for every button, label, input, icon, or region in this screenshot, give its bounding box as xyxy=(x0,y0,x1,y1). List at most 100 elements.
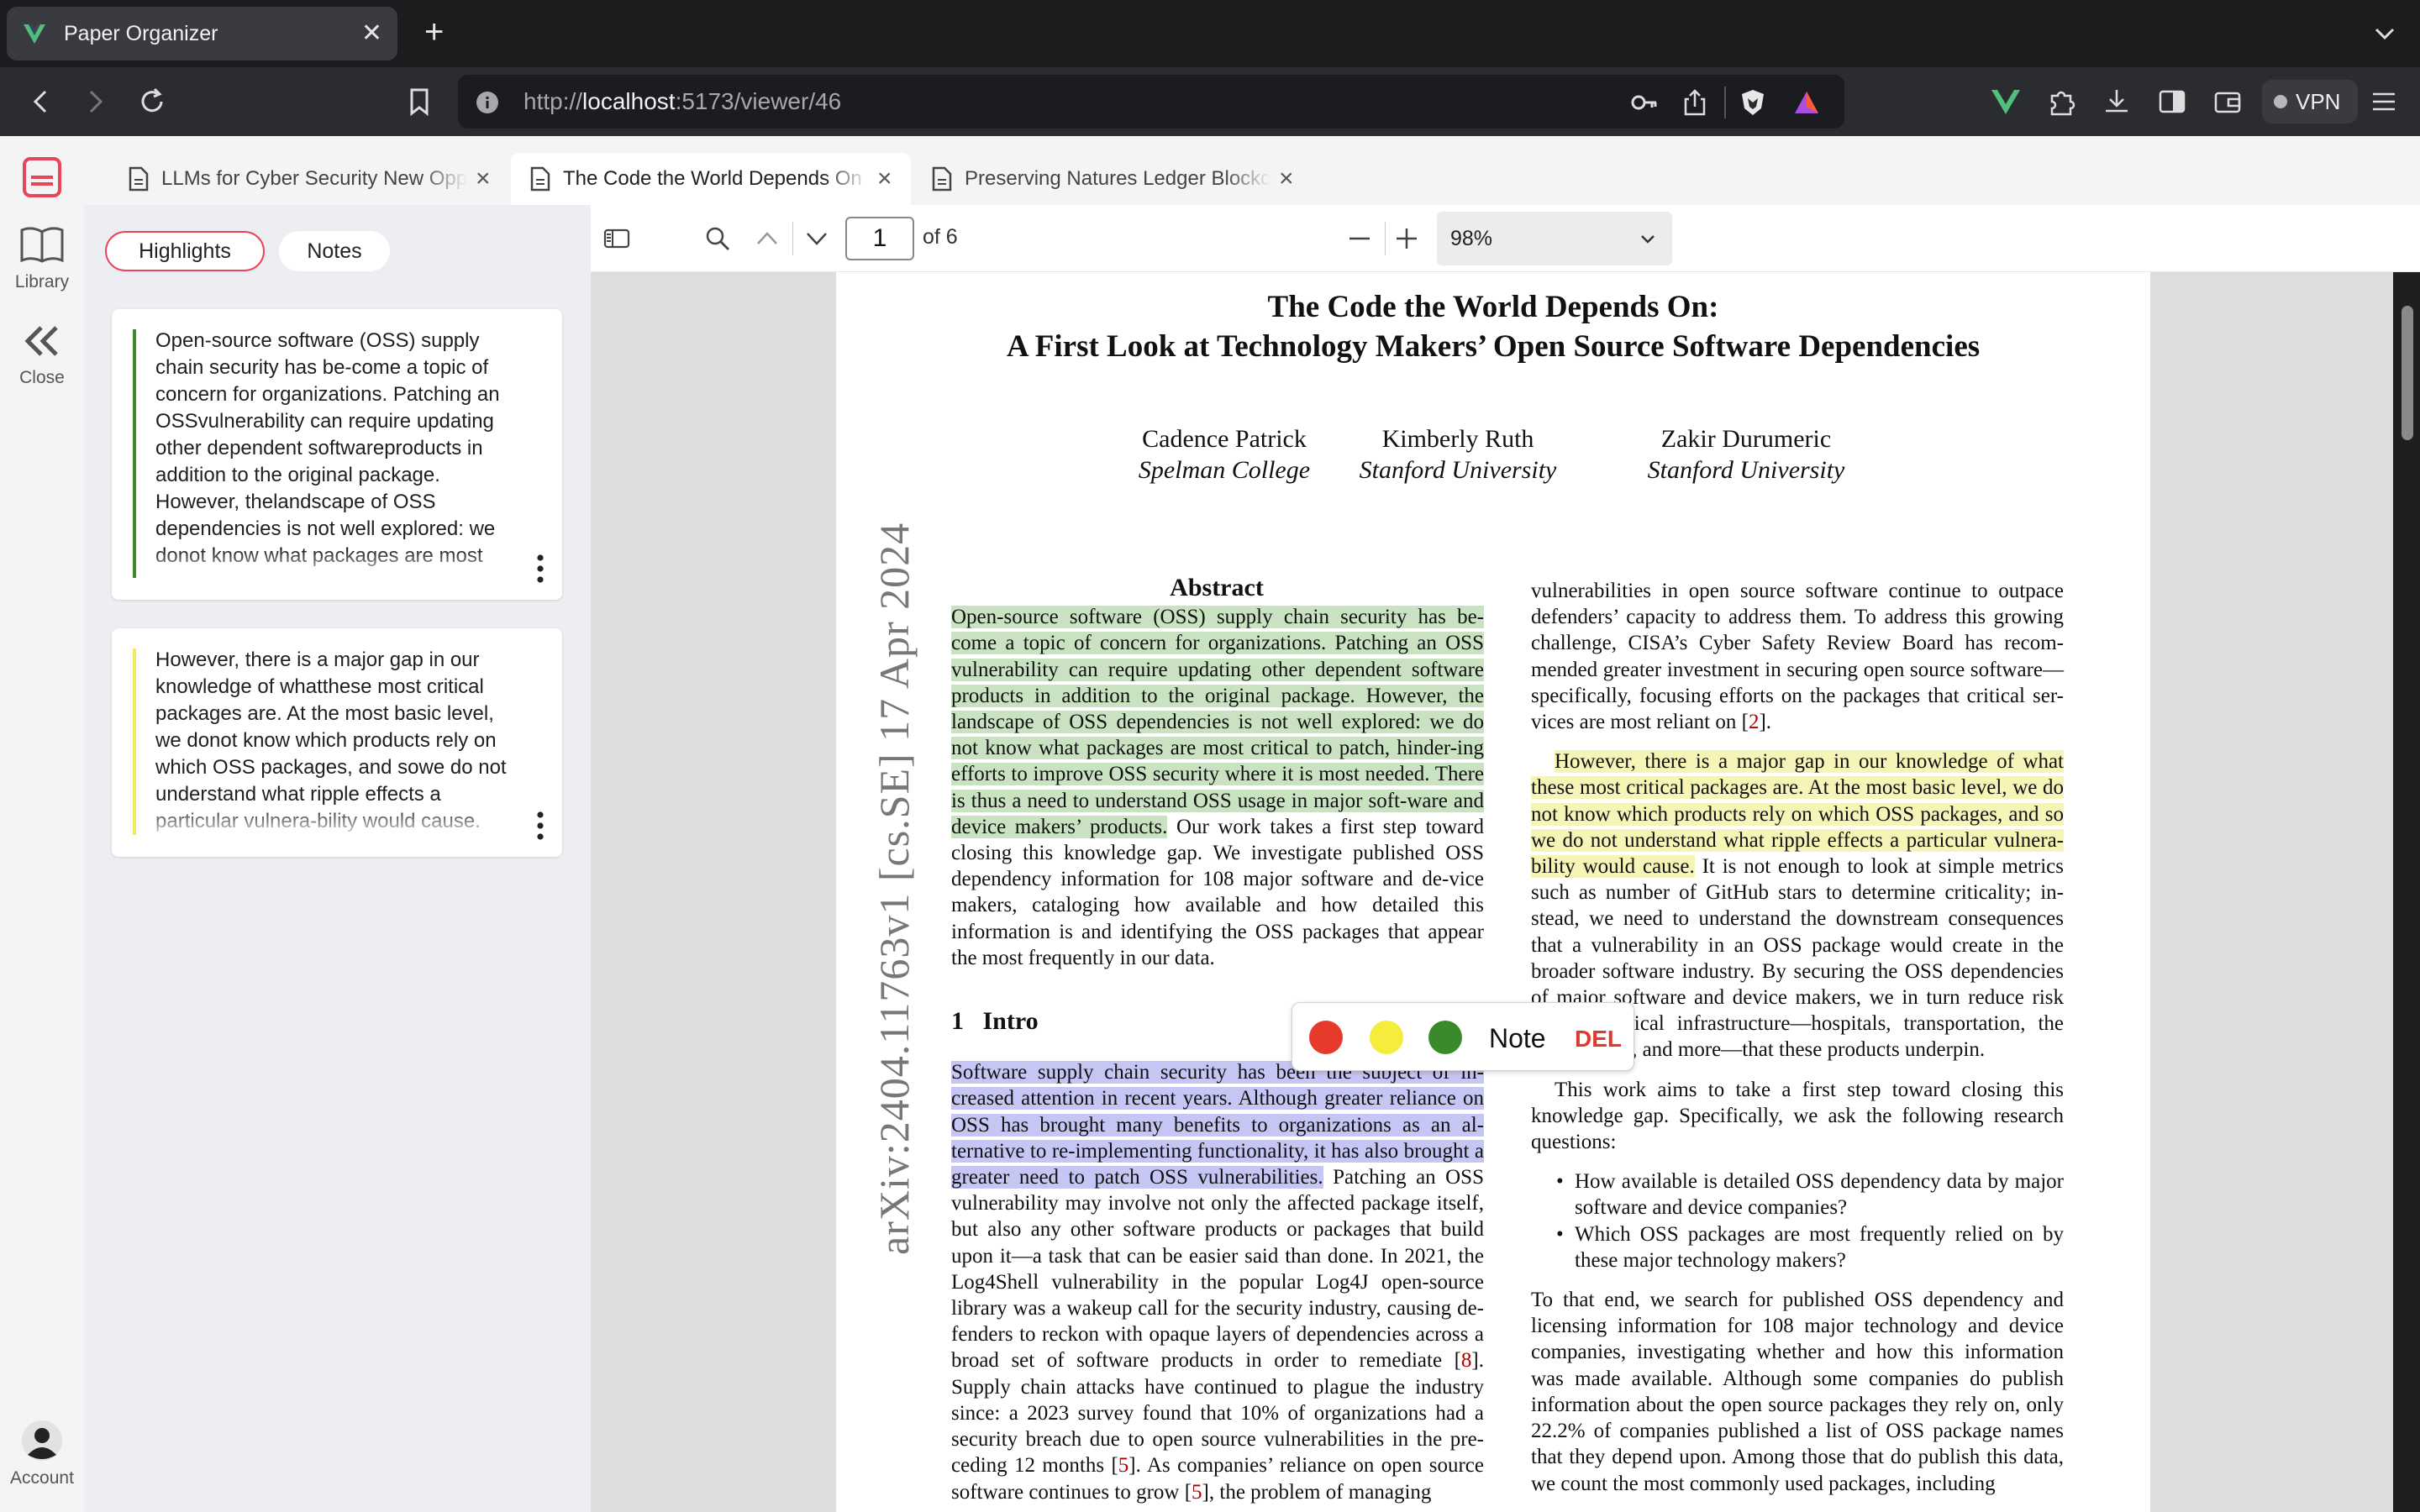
citation[interactable]: 2 xyxy=(1749,711,1760,733)
wallet-icon[interactable] xyxy=(2212,86,2244,118)
sidebar-toggle-icon[interactable] xyxy=(2156,86,2188,118)
add-note-button[interactable]: Note xyxy=(1489,1023,1546,1054)
more-options-icon[interactable] xyxy=(537,811,544,840)
document-tabs: LLMs for Cyber Security New Opportunitie… xyxy=(84,136,2420,205)
author-affiliation: Stanford University xyxy=(1647,456,1845,484)
section-number: 1 xyxy=(951,1007,964,1036)
highlights-tab-button[interactable]: Highlights xyxy=(105,231,265,271)
app-logo-icon xyxy=(23,157,61,197)
browser-tab-strip: Paper Organizer ✕ + xyxy=(0,0,2420,67)
author-name: Zakir Durumeric xyxy=(1660,425,1832,453)
double-chevron-left-icon xyxy=(24,326,58,356)
citation[interactable]: 5 xyxy=(1118,1454,1129,1477)
doc-tab-label: LLMs for Cyber Security New Opportunitie… xyxy=(161,167,467,190)
notes-tab-label: Notes xyxy=(307,239,362,263)
url-text[interactable]: http://localhost:5173/viewer/46 xyxy=(523,88,841,115)
divider xyxy=(1385,222,1386,255)
reload-icon[interactable] xyxy=(134,84,170,119)
previous-match-icon[interactable] xyxy=(754,225,781,252)
forward-icon[interactable] xyxy=(77,84,113,119)
rail-close-label: Close xyxy=(19,368,65,387)
vpn-label: VPN xyxy=(2296,88,2341,114)
bullet-item: Which OSS packages are most frequently r… xyxy=(1531,1221,2064,1273)
text-fade xyxy=(145,806,532,840)
info-icon[interactable] xyxy=(475,90,500,115)
highlight-color-bar xyxy=(133,648,136,835)
close-tab-icon[interactable]: × xyxy=(476,165,491,193)
scrollbar-thumb[interactable] xyxy=(2402,306,2413,440)
book-icon xyxy=(20,227,64,263)
more-options-icon[interactable] xyxy=(537,554,544,583)
author-name: Kimberly Ruth xyxy=(1381,425,1534,453)
browser-toolbar: http://localhost:5173/viewer/46 VPN xyxy=(0,67,2420,136)
paper-title-line2: A First Look at Technology Makers’ Open … xyxy=(1006,329,1981,364)
key-icon[interactable] xyxy=(1630,88,1659,117)
browser-tab[interactable]: Paper Organizer ✕ xyxy=(7,7,397,60)
page-number-input[interactable]: 1 xyxy=(845,217,914,260)
highlights-tab-label: Highlights xyxy=(139,239,231,263)
notes-tab-button[interactable]: Notes xyxy=(279,231,390,271)
author-block: Kimberly Ruth Stanford University xyxy=(1349,423,1567,486)
new-tab-icon[interactable]: + xyxy=(424,15,444,49)
zoom-in-icon[interactable] xyxy=(1393,225,1420,252)
author-block: Cadence Patrick Spelman College xyxy=(1119,423,1329,486)
divider xyxy=(792,222,793,255)
doc-tab-llms[interactable]: LLMs for Cyber Security New Opportunitie… xyxy=(109,153,509,205)
rail-account[interactable]: Account xyxy=(0,1420,84,1488)
share-icon[interactable] xyxy=(1681,88,1709,117)
vpn-status-icon xyxy=(2274,95,2287,108)
red-color-button[interactable] xyxy=(1309,1021,1343,1054)
highlight-picker: Note DEL xyxy=(1292,1002,1634,1071)
sidebar-toggle-icon[interactable] xyxy=(603,225,630,252)
doc-tab-preserving[interactable]: Preserving Natures Ledger Blockchain × xyxy=(913,153,1313,205)
brave-rewards-icon[interactable] xyxy=(1792,88,1821,117)
extensions-icon[interactable] xyxy=(2045,86,2077,118)
zoom-out-icon[interactable] xyxy=(1346,225,1373,252)
vue-extension-icon[interactable] xyxy=(1990,86,2022,118)
chevron-down-icon xyxy=(1641,235,1655,244)
vertical-scrollbar[interactable] xyxy=(2393,272,2420,1512)
author-name: Cadence Patrick xyxy=(1142,425,1307,453)
download-icon[interactable] xyxy=(2101,86,2133,118)
chevron-down-icon[interactable] xyxy=(2370,18,2400,49)
back-icon[interactable] xyxy=(24,84,59,119)
address-bar[interactable]: http://localhost:5173/viewer/46 xyxy=(458,75,1844,129)
doc-tab-label: The Code the World Depends On xyxy=(563,167,862,190)
arxiv-watermark: arXiv:2404.11763v1 [cs.SE] 17 Apr 2024 xyxy=(871,522,918,1255)
green-color-button[interactable] xyxy=(1428,1021,1462,1054)
account-icon xyxy=(22,1420,62,1461)
menu-icon[interactable] xyxy=(2368,86,2400,118)
yellow-color-button[interactable] xyxy=(1370,1021,1403,1054)
app-logo[interactable] xyxy=(0,156,84,205)
body-paragraph: This work aims to take a first step towa… xyxy=(1531,1078,2064,1154)
nav-rail: Library Close Account xyxy=(0,136,84,1512)
highlight-color-bar xyxy=(133,329,136,578)
search-icon[interactable] xyxy=(704,225,731,252)
highlight-card[interactable]: Open-source software (OSS) supply chain … xyxy=(112,309,562,600)
close-tab-icon[interactable]: × xyxy=(1279,165,1294,193)
rail-library-label: Library xyxy=(14,272,70,291)
intro-text: ], the problem of managing xyxy=(1202,1480,1432,1504)
rail-library[interactable]: Library xyxy=(0,223,84,292)
section-title: Intro xyxy=(982,1007,1039,1036)
abstract-highlight[interactable]: Open-source software (OSS) supply chain … xyxy=(951,606,1484,838)
next-match-icon[interactable] xyxy=(803,225,830,252)
brave-shield-icon[interactable] xyxy=(1739,88,1767,117)
pdf-viewer[interactable]: The Code the World Depends On: A First L… xyxy=(591,272,2420,1512)
zoom-select[interactable]: 98% xyxy=(1437,212,1672,265)
highlight-card[interactable]: However, there is a major gap in our kno… xyxy=(112,628,562,857)
citation[interactable]: 8 xyxy=(1461,1349,1472,1372)
author-affiliation: Stanford University xyxy=(1359,456,1557,484)
rail-account-label: Account xyxy=(10,1468,74,1488)
body-paragraph: To that end, we search for published OSS… xyxy=(1531,1289,2064,1495)
doc-tab-code-world[interactable]: The Code the World Depends On × xyxy=(511,153,911,205)
vpn-button[interactable]: VPN xyxy=(2262,80,2358,123)
delete-highlight-button[interactable]: DEL xyxy=(1575,1026,1622,1053)
citation[interactable]: 5 xyxy=(1192,1481,1202,1504)
pdf-page[interactable]: The Code the World Depends On: A First L… xyxy=(836,272,2150,1512)
close-tab-icon[interactable]: × xyxy=(877,165,892,193)
divider xyxy=(1724,87,1726,118)
rail-close[interactable]: Close xyxy=(0,323,84,388)
close-tab-icon[interactable]: ✕ xyxy=(361,21,382,46)
bookmark-icon[interactable] xyxy=(402,84,437,119)
